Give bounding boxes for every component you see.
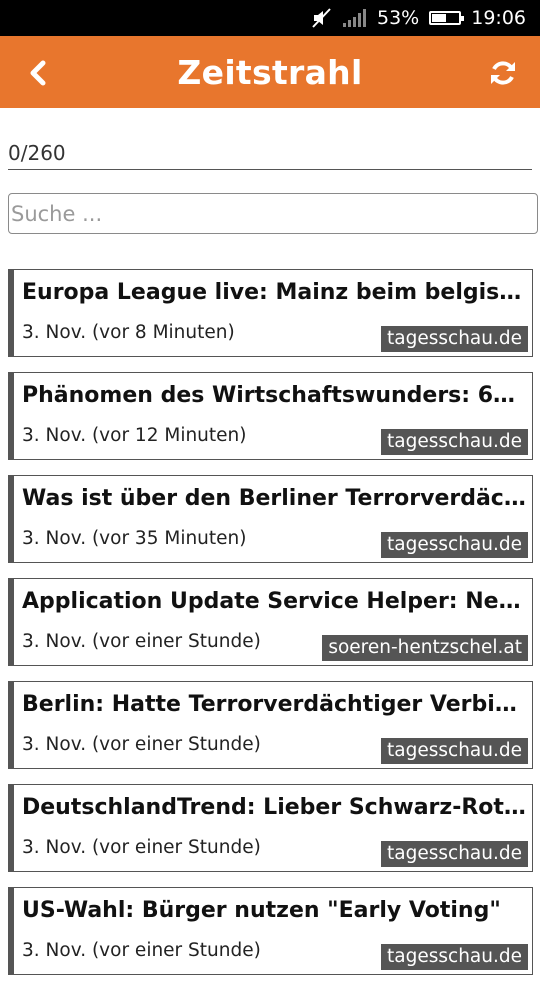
item-title: DeutschlandTrend: Lieber Schwarz-Rot als… [22, 795, 528, 820]
search-input[interactable] [8, 193, 538, 234]
app-header: Zeitstrahl [0, 36, 540, 108]
item-date: 3. Nov. (vor einer Stunde) [22, 940, 261, 961]
battery-fill [432, 14, 446, 22]
item-title: Phänomen des Wirtschaftswunders: 60 Jahr… [22, 383, 528, 408]
page-title: Zeitstrahl [177, 52, 363, 92]
item-title: Berlin: Hatte Terrorverdächtiger Verbind… [22, 692, 528, 717]
item-date: 3. Nov. (vor einer Stunde) [22, 631, 261, 652]
item-title: Application Update Service Helper: Neues… [22, 589, 528, 614]
item-counter: 0/260 [8, 140, 532, 170]
source-badge: tagesschau.de [381, 841, 528, 867]
timeline-item[interactable]: DeutschlandTrend: Lieber Schwarz-Rot als… [8, 784, 533, 872]
item-date: 3. Nov. (vor einer Stunde) [22, 837, 261, 858]
timeline-item[interactable]: Was ist über den Berliner Terrorverdächt… [8, 475, 533, 563]
signal-icon [343, 9, 367, 27]
source-badge: tagesschau.de [381, 738, 528, 764]
source-badge: tagesschau.de [381, 429, 528, 455]
mute-icon [311, 7, 333, 29]
chevron-left-icon[interactable] [22, 56, 54, 90]
source-badge: tagesschau.de [381, 326, 528, 352]
refresh-icon[interactable] [488, 58, 518, 88]
timeline-item[interactable]: Application Update Service Helper: Neues… [8, 578, 533, 666]
battery-percent: 53% [377, 7, 420, 29]
item-date: 3. Nov. (vor 35 Minuten) [22, 528, 247, 549]
item-title: US-Wahl: Bürger nutzen "Early Voting" [22, 898, 501, 923]
item-title: Europa League live: Mainz beim belgische… [22, 280, 528, 305]
source-badge: tagesschau.de [381, 532, 528, 558]
item-title: Was ist über den Berliner Terrorverdächt… [22, 486, 528, 511]
timeline-item[interactable]: US-Wahl: Bürger nutzen "Early Voting" 3. … [8, 887, 533, 975]
item-date: 3. Nov. (vor einer Stunde) [22, 734, 261, 755]
status-bar: 53% 19:06 [0, 0, 540, 36]
source-badge: soeren-hentzschel.at [322, 635, 528, 661]
battery-icon [429, 11, 465, 25]
timeline-item[interactable]: Europa League live: Mainz beim belgische… [8, 269, 533, 357]
timeline-item[interactable]: Berlin: Hatte Terrorverdächtiger Verbind… [8, 681, 533, 769]
clock: 19:06 [471, 7, 526, 29]
source-badge: tagesschau.de [381, 944, 528, 970]
timeline-item[interactable]: Phänomen des Wirtschaftswunders: 60 Jahr… [8, 372, 533, 460]
timeline-list: Europa League live: Mainz beim belgische… [8, 269, 533, 990]
item-date: 3. Nov. (vor 8 Minuten) [22, 322, 235, 343]
item-date: 3. Nov. (vor 12 Minuten) [22, 425, 247, 446]
